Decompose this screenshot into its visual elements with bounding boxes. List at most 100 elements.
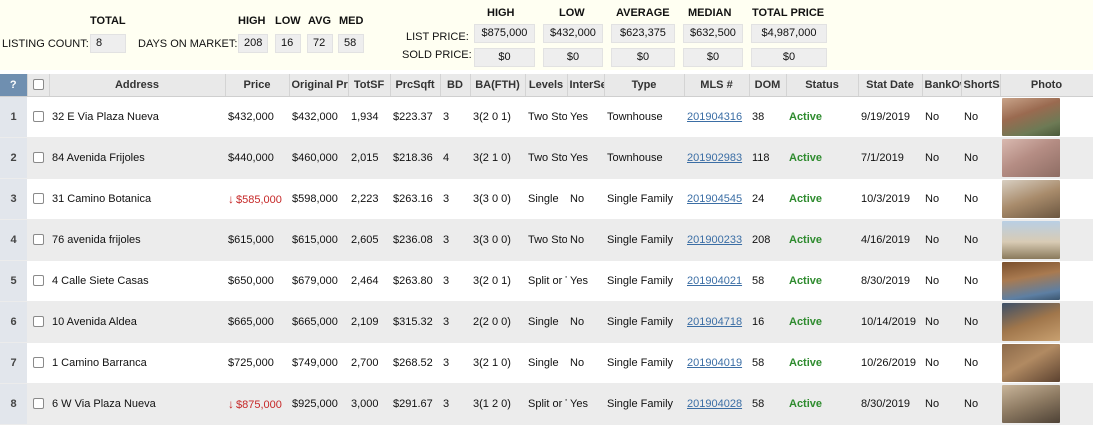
row-select-cell[interactable] [27, 301, 49, 343]
property-photo-thumbnail[interactable] [1002, 302, 1060, 341]
mls-link[interactable]: 201900233 [687, 234, 742, 246]
column-dom[interactable]: DOM [749, 74, 787, 97]
row-select-cell[interactable] [27, 96, 49, 138]
property-photo-thumbnail[interactable] [1002, 261, 1060, 300]
property-photo-thumbnail[interactable] [1002, 343, 1060, 382]
column-status[interactable]: Status [786, 74, 859, 97]
mls-link[interactable]: 201904019 [687, 357, 742, 369]
table-row[interactable]: 6 10 Avenida Aldea $665,000 $665,000 2,109 $3… [0, 301, 1093, 343]
mls-link[interactable]: 201904316 [687, 111, 742, 123]
column-prcsqft[interactable]: PrcSqft [390, 74, 441, 97]
bd-cell: 3 [440, 219, 470, 261]
mls-cell: 201904028 [684, 383, 749, 425]
photo-cell[interactable] [1000, 301, 1093, 343]
stat-date-cell: 10/14/2019 [858, 301, 922, 343]
column-short-sale[interactable]: ShortSale [961, 74, 1001, 97]
photo-cell[interactable] [1000, 260, 1093, 302]
dom-high-header: HIGH [238, 15, 266, 27]
column-help[interactable]: ? [0, 74, 28, 97]
column-bank-owned[interactable]: BankOwned [922, 74, 962, 97]
stat-date-cell: 7/1/2019 [858, 137, 922, 179]
column-original-price[interactable]: Original Price [289, 74, 349, 97]
column-select-all[interactable] [27, 74, 50, 97]
row-select-cell[interactable] [27, 260, 49, 302]
mls-link[interactable]: 201904718 [687, 316, 742, 328]
table-row[interactable]: 3 31 Camino Botanica ↓ $585,000 $598,000 2,22… [0, 178, 1093, 220]
row-checkbox[interactable] [32, 193, 44, 205]
dom-avg-value: 72 [307, 34, 333, 53]
bank-owned-cell: No [922, 342, 961, 384]
bd-cell: 4 [440, 137, 470, 179]
table-row[interactable]: 1 32 E Via Plaza Nueva $432,000 $432,000 1,9… [0, 96, 1093, 138]
listings-table: ? Address Price Original Price TotSF Prc… [0, 74, 1093, 425]
table-row[interactable]: 4 76 avenida frijoles $615,000 $615,000 2,60… [0, 219, 1093, 261]
table-row[interactable]: 2 84 Avenida Frijoles $440,000 $460,000 2,01… [0, 137, 1093, 179]
short-sale-cell: No [961, 219, 1000, 261]
column-mls[interactable]: MLS # [684, 74, 750, 97]
bd-cell: 3 [440, 178, 470, 220]
column-address[interactable]: Address [49, 74, 226, 97]
table-header-row: ? Address Price Original Price TotSF Prc… [0, 74, 1093, 97]
mls-link[interactable]: 201902983 [687, 152, 742, 164]
column-bd[interactable]: BD [440, 74, 471, 97]
intersec-cell: Yes [567, 260, 604, 302]
photo-cell[interactable] [1000, 178, 1093, 220]
price-value: $875,000 [236, 398, 282, 411]
photo-cell[interactable] [1000, 96, 1093, 138]
totsf-cell: 2,109 [348, 301, 390, 343]
row-checkbox[interactable] [32, 152, 44, 164]
mls-link[interactable]: 201904021 [687, 275, 742, 287]
column-type[interactable]: Type [604, 74, 685, 97]
status-badge: Active [789, 233, 823, 246]
mls-cell: 201904545 [684, 178, 749, 220]
status-badge: Active [789, 274, 823, 287]
select-all-checkbox[interactable] [32, 79, 44, 91]
photo-cell[interactable] [1000, 219, 1093, 261]
property-photo-thumbnail[interactable] [1002, 179, 1060, 218]
row-checkbox[interactable] [32, 275, 44, 287]
original-price-cell: $679,000 [289, 260, 348, 302]
row-checkbox[interactable] [32, 398, 44, 410]
row-select-cell[interactable] [27, 342, 49, 384]
column-price[interactable]: Price [225, 74, 290, 97]
column-stat-date[interactable]: Stat Date [858, 74, 923, 97]
row-checkbox[interactable] [32, 357, 44, 369]
original-price-cell: $432,000 [289, 96, 348, 138]
stat-date-cell: 4/16/2019 [858, 219, 922, 261]
row-checkbox[interactable] [32, 316, 44, 328]
mls-cell: 201904316 [684, 96, 749, 138]
property-photo-thumbnail[interactable] [1002, 138, 1060, 177]
intersec-cell: No [567, 301, 604, 343]
price-cell: $725,000 [225, 342, 289, 384]
photo-cell[interactable] [1000, 137, 1093, 179]
mls-link[interactable]: 201904028 [687, 398, 742, 410]
row-checkbox[interactable] [32, 111, 44, 123]
column-ba[interactable]: BA(FTH) [470, 74, 526, 97]
row-select-cell[interactable] [27, 219, 49, 261]
property-photo-thumbnail[interactable] [1002, 220, 1060, 259]
price-value: $585,000 [236, 193, 282, 206]
column-photo[interactable]: Photo [1000, 74, 1093, 97]
column-totsf[interactable]: TotSF [348, 74, 391, 97]
ba-cell: 3(2 0 1) [470, 96, 525, 138]
column-levels[interactable]: Levels [525, 74, 568, 97]
property-photo-thumbnail[interactable] [1002, 384, 1060, 423]
row-select-cell[interactable] [27, 178, 49, 220]
mls-link[interactable]: 201904545 [687, 193, 742, 205]
row-select-cell[interactable] [27, 137, 49, 179]
photo-cell[interactable] [1000, 342, 1093, 384]
stat-date-cell: 8/30/2019 [858, 383, 922, 425]
type-cell: Townhouse [604, 137, 684, 179]
row-checkbox[interactable] [32, 234, 44, 246]
column-intersec[interactable]: InterSec [567, 74, 605, 97]
table-row[interactable]: 86 W Via Plaza Nueva ↓ $875,000 $925,000 3,0… [0, 383, 1093, 425]
levels-cell: Two Story [525, 96, 567, 138]
row-select-cell[interactable] [27, 383, 49, 425]
status-badge: Active [789, 151, 823, 164]
address-cell: 10 Avenida Aldea [49, 301, 225, 343]
photo-cell[interactable] [1000, 383, 1093, 425]
table-row[interactable]: 7 1 Camino Barranca $725,000 $749,000 2,700 $… [0, 342, 1093, 384]
table-row[interactable]: 5 4 Calle Siete Casas $650,000 $679,000 2,46… [0, 260, 1093, 302]
short-sale-cell: No [961, 342, 1000, 384]
property-photo-thumbnail[interactable] [1002, 97, 1060, 136]
